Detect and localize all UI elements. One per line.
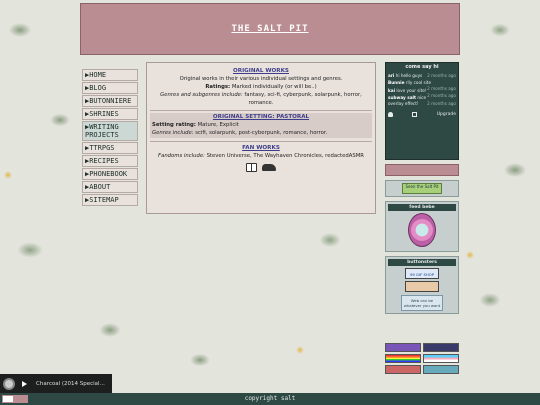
external-link-icon[interactable]	[412, 112, 418, 118]
album-art-icon	[3, 377, 15, 390]
nav-item-home[interactable]: ▶HOME	[82, 69, 138, 81]
tamagotchi-icon[interactable]	[408, 213, 436, 247]
badge-widget: Seen the Salt Pit	[385, 180, 459, 197]
copyright-text: copyright salt	[244, 395, 296, 402]
nav-item-blog[interactable]: ▶BLOG	[82, 82, 138, 94]
right-sidebar: come say hi ari hi hello guys 2 months a…	[385, 62, 459, 314]
stamp-grid	[385, 343, 459, 374]
rose-divider	[385, 164, 459, 176]
site-header: THE SALT PIT	[80, 3, 460, 55]
track-title: Charcoal (2014 Special...	[36, 380, 105, 387]
nav-item-ttrpgs[interactable]: ▶TTRPGS	[82, 142, 138, 154]
nav-item-recipes[interactable]: ▶RECIPES	[82, 155, 138, 167]
sidebar-nav: ▶HOME ▶BLOG ▶BUTONNIERE ▶SHRINES ▶WRITIN…	[82, 69, 138, 207]
stamp	[385, 343, 421, 352]
stamp	[423, 354, 459, 363]
stamp	[385, 365, 421, 374]
footer-badge	[2, 395, 28, 403]
divider	[150, 141, 372, 142]
pastoral-link[interactable]: ORIGINAL SETTING: PASTORAL	[152, 113, 370, 121]
stamp	[423, 365, 459, 374]
chat-widget: come say hi ari hi hello guys 2 months a…	[385, 62, 459, 160]
pastoral-section: ORIGINAL SETTING: PASTORAL Setting ratin…	[150, 113, 372, 138]
fan-works-link[interactable]: FAN WORKS	[150, 144, 372, 152]
nav-item-sitemap[interactable]: ▶SITEMAP	[82, 194, 138, 206]
button-row: 99 GIF SHOP	[388, 268, 456, 292]
feed-title: feed bebe	[388, 204, 456, 211]
chat-message: ari hi hello guys 2 months ago	[388, 72, 456, 78]
nav-item-about[interactable]: ▶ABOUT	[82, 181, 138, 193]
chat-message: Bunnie rlly cool site 2 months ago	[388, 80, 456, 91]
buttons-title: buttonsters	[388, 259, 456, 266]
site-button[interactable]	[405, 281, 439, 292]
original-works-desc: Original works in their various individu…	[179, 76, 343, 82]
fan-works-fandoms: Fandoms include: Steven Universe, The Wa…	[158, 153, 364, 159]
site-footer: copyright salt	[0, 393, 540, 405]
divider	[150, 110, 372, 111]
gif-shop-button[interactable]: 99 GIF SHOP	[405, 268, 439, 279]
nav-item-phonebook[interactable]: ▶PHONEBOOK	[82, 168, 138, 180]
main-content: ORIGINAL WORKS Original works in their v…	[146, 62, 376, 214]
nav-item-shrines[interactable]: ▶SHRINES	[82, 108, 138, 120]
upgrade-link[interactable]: Upgrade	[437, 112, 456, 118]
chat-footer: Upgrade	[388, 112, 456, 118]
book-icon[interactable]	[246, 163, 258, 172]
stamp	[423, 343, 459, 352]
play-icon[interactable]	[22, 380, 27, 387]
pastoral-rating: Setting rating: Mature, Explicit	[152, 122, 239, 128]
original-works-genres: Genres and subgenres include: fantasy, s…	[160, 92, 362, 106]
hat-icon[interactable]	[261, 164, 276, 171]
nav-item-butonniere[interactable]: ▶BUTONNIERE	[82, 95, 138, 107]
web-message-box: Web can be whatever you want	[401, 295, 443, 311]
buttons-widget: buttonsters 99 GIF SHOP Web can be whate…	[385, 256, 459, 314]
icon-row	[150, 163, 372, 172]
user-icon[interactable]	[388, 112, 393, 118]
original-works-link[interactable]: ORIGINAL WORKS	[150, 67, 372, 75]
chat-title: come say hi	[405, 64, 439, 70]
pastoral-genres: Genres include: scifi, solarpunk, post-c…	[152, 130, 328, 136]
original-works-ratings: Ratings: Marked individually (or will be…	[205, 84, 317, 90]
stamp	[385, 354, 421, 363]
seen-badge-button[interactable]: Seen the Salt Pit	[402, 183, 442, 194]
site-title[interactable]: THE SALT PIT	[231, 24, 308, 34]
nav-item-writing-projects[interactable]: ▶WRITING PROJECTS	[82, 121, 138, 141]
music-player: Charcoal (2014 Special...	[0, 374, 112, 393]
feed-widget: feed bebe	[385, 201, 459, 252]
